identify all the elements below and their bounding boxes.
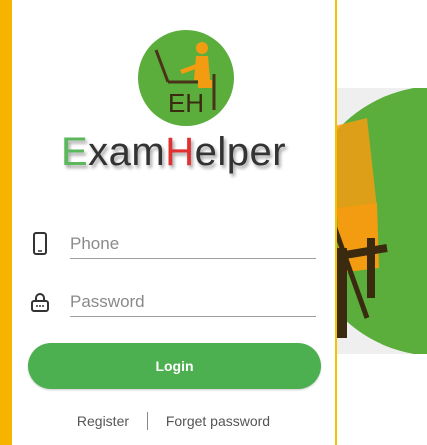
- right-logo-preview: [337, 88, 427, 354]
- app-title: ExamHelper: [12, 130, 335, 175]
- large-logo-image: [337, 88, 427, 354]
- login-panel: EH ExamHelper Login: [12, 0, 335, 445]
- app-logo: EH: [138, 30, 234, 126]
- password-input[interactable]: [70, 288, 316, 317]
- brand-letter-e: E: [60, 130, 89, 174]
- phone-input[interactable]: [70, 230, 316, 259]
- login-button[interactable]: Login: [28, 343, 321, 389]
- auth-links: Register Forget password: [12, 412, 335, 432]
- password-field: [30, 286, 320, 322]
- lock-icon: [31, 293, 49, 312]
- register-link[interactable]: Register: [77, 413, 129, 429]
- logo-text: EH: [168, 88, 204, 118]
- forget-password-link[interactable]: Forget password: [166, 413, 270, 429]
- brand-letter-h: H: [165, 130, 195, 174]
- phone-icon: [33, 232, 47, 255]
- phone-field: [30, 228, 320, 264]
- brand-part-elper: elper: [194, 130, 287, 174]
- brand-part-xam: xam: [88, 130, 166, 174]
- login-screen: EH ExamHelper Login: [0, 0, 427, 445]
- left-accent-bar: [0, 0, 12, 445]
- links-separator: [146, 412, 148, 431]
